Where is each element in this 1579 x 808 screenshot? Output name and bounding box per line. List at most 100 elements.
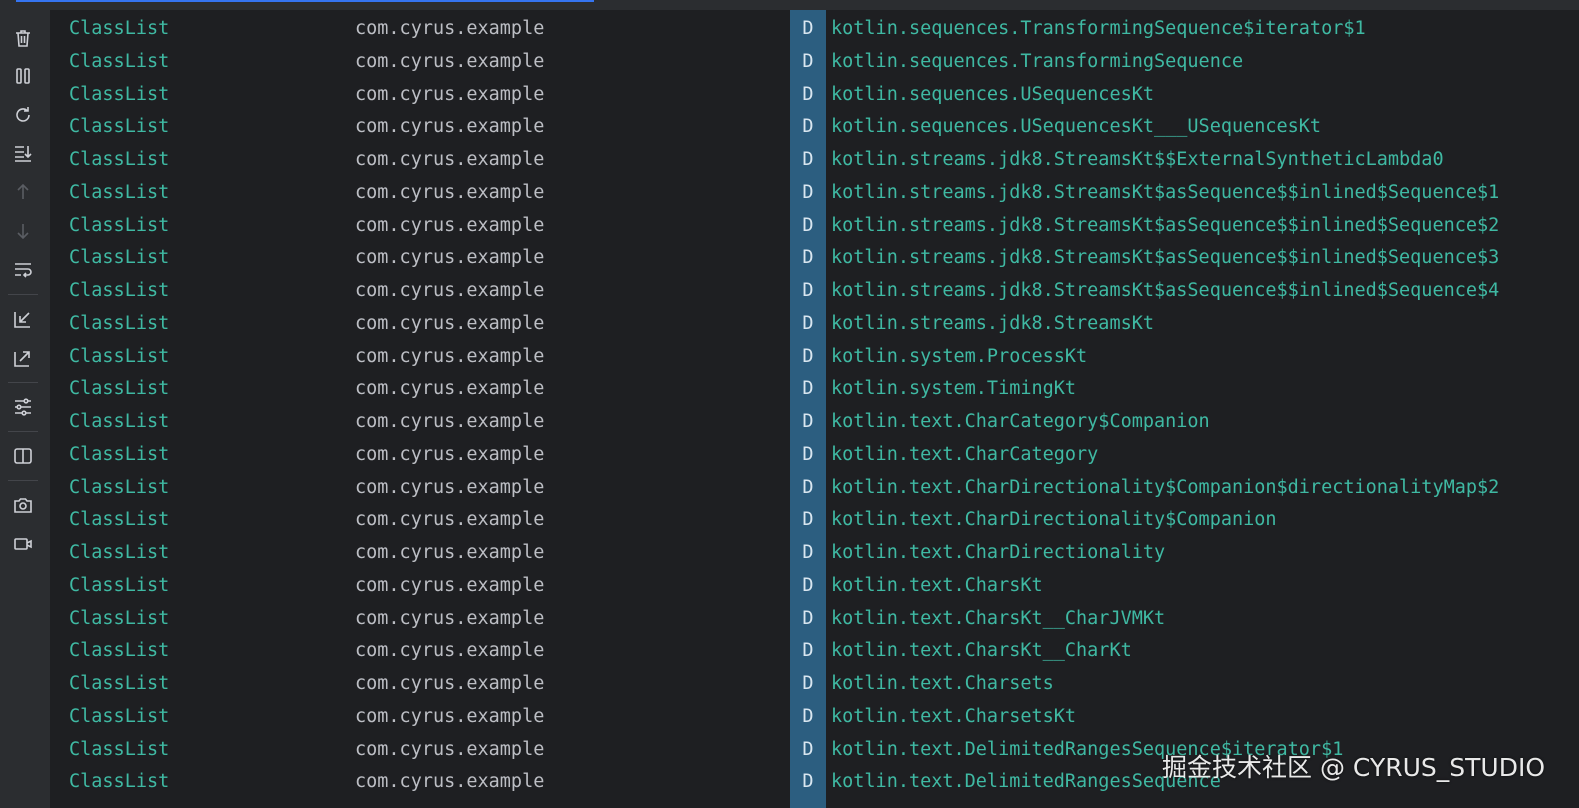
log-row[interactable]: ClassList com.cyrus.example Dkotlin.system… (51, 373, 1579, 406)
log-level: D (802, 640, 814, 662)
log-row[interactable]: ClassList com.cyrus.example Dkotlin.system… (51, 341, 1579, 374)
log-row[interactable]: ClassList com.cyrus.example Dkotlin.text.C… (51, 701, 1579, 734)
log-rows: ClassList com.cyrus.example Dkotlin.sequen… (51, 13, 1579, 799)
log-tag: ClassList (69, 18, 170, 39)
log-package: com.cyrus.example (355, 181, 545, 203)
log-level: D (802, 149, 814, 170)
screen-record-icon[interactable] (11, 532, 35, 556)
active-tab-indicator (16, 0, 594, 2)
arrow-down-icon[interactable] (11, 219, 35, 243)
log-level: D (802, 214, 814, 236)
log-package: com.cyrus.example (355, 280, 545, 301)
log-level: D (802, 280, 814, 301)
log-message: kotlin.text.Charsets (831, 673, 1054, 694)
restart-icon[interactable] (11, 103, 35, 127)
log-package: com.cyrus.example (355, 607, 545, 629)
log-package: com.cyrus.example (355, 50, 545, 72)
toolbar-divider (8, 382, 38, 383)
split-view-icon[interactable] (11, 444, 35, 468)
log-package: com.cyrus.example (355, 443, 545, 465)
log-level: D (802, 542, 814, 563)
log-row[interactable]: ClassList com.cyrus.example Dkotlin.text.C… (51, 406, 1579, 439)
log-level: D (802, 705, 814, 727)
log-tag: ClassList (69, 607, 170, 629)
top-tab-bar (0, 0, 1579, 10)
log-package: com.cyrus.example (355, 18, 545, 39)
log-message: kotlin.system.TimingKt (831, 378, 1077, 400)
toolbar-divider (8, 480, 38, 481)
log-row[interactable]: ClassList com.cyrus.example Dkotlin.stream… (51, 177, 1579, 210)
log-row[interactable]: ClassList com.cyrus.example Dkotlin.stream… (51, 210, 1579, 243)
log-tag: ClassList (69, 116, 170, 138)
log-package: com.cyrus.example (355, 673, 545, 694)
log-row[interactable]: ClassList com.cyrus.example Dkotlin.text.C… (51, 570, 1579, 603)
log-package: com.cyrus.example (355, 312, 545, 334)
logcat-output[interactable]: ClassList com.cyrus.example Dkotlin.sequen… (51, 10, 1579, 808)
log-message: kotlin.text.CharsetsKt (831, 705, 1077, 727)
log-row[interactable]: ClassList com.cyrus.example Dkotlin.sequen… (51, 111, 1579, 144)
log-level: D (802, 574, 814, 596)
log-message: kotlin.text.CharsKt__CharJVMKt (831, 607, 1166, 629)
log-package: com.cyrus.example (355, 476, 545, 498)
export-icon[interactable] (11, 346, 35, 370)
log-level: D (802, 443, 814, 465)
log-level: D (802, 312, 814, 334)
log-level: D (802, 116, 814, 138)
filter-settings-icon[interactable] (11, 395, 35, 419)
toolbar-divider (8, 294, 38, 295)
log-level: D (802, 607, 814, 629)
log-tag: ClassList (69, 50, 170, 72)
log-message: kotlin.text.CharCategory$Companion (831, 411, 1210, 432)
log-message: kotlin.system.ProcessKt (831, 345, 1088, 367)
log-message: kotlin.text.CharDirectionality$Companion… (831, 476, 1500, 498)
arrow-up-icon[interactable] (11, 180, 35, 204)
log-package: com.cyrus.example (355, 640, 545, 662)
log-tag: ClassList (69, 247, 170, 269)
log-tag: ClassList (69, 345, 170, 367)
pause-icon[interactable] (11, 64, 35, 88)
log-message: kotlin.text.CharDirectionality$Companion (831, 509, 1277, 531)
trash-icon[interactable] (11, 26, 35, 50)
log-row[interactable]: ClassList com.cyrus.example Dkotlin.text.C… (51, 668, 1579, 701)
log-package: com.cyrus.example (355, 345, 545, 367)
import-icon[interactable] (11, 307, 35, 331)
log-package: com.cyrus.example (355, 705, 545, 727)
log-row[interactable]: ClassList com.cyrus.example Dkotlin.stream… (51, 308, 1579, 341)
log-tag: ClassList (69, 673, 170, 694)
log-package: com.cyrus.example (355, 574, 545, 596)
log-row[interactable]: ClassList com.cyrus.example Dkotlin.stream… (51, 144, 1579, 177)
soft-wrap-icon[interactable] (11, 258, 35, 282)
log-package: com.cyrus.example (355, 378, 545, 400)
log-package: com.cyrus.example (355, 247, 545, 269)
log-row[interactable]: ClassList com.cyrus.example Dkotlin.sequen… (51, 46, 1579, 79)
log-package: com.cyrus.example (355, 771, 545, 793)
log-row[interactable]: ClassList com.cyrus.example Dkotlin.stream… (51, 275, 1579, 308)
log-row[interactable]: ClassList com.cyrus.example Dkotlin.sequen… (51, 79, 1579, 112)
log-row[interactable]: ClassList com.cyrus.example Dkotlin.text.C… (51, 603, 1579, 636)
log-package: com.cyrus.example (355, 214, 545, 236)
log-row[interactable]: ClassList com.cyrus.example Dkotlin.text.C… (51, 472, 1579, 505)
log-row[interactable]: ClassList com.cyrus.example Dkotlin.text.C… (51, 635, 1579, 668)
log-message: kotlin.sequences.TransformingSequence$it… (831, 18, 1366, 39)
log-level: D (802, 509, 814, 531)
log-row[interactable]: ClassList com.cyrus.example Dkotlin.text.C… (51, 439, 1579, 472)
log-level: D (802, 181, 814, 203)
toolbar-divider (8, 431, 38, 432)
log-tag: ClassList (69, 542, 170, 563)
log-tag: ClassList (69, 149, 170, 170)
log-level: D (802, 411, 814, 432)
log-row[interactable]: ClassList com.cyrus.example Dkotlin.stream… (51, 242, 1579, 275)
scroll-to-end-icon[interactable] (11, 141, 35, 165)
log-row[interactable]: ClassList com.cyrus.example Dkotlin.text.C… (51, 504, 1579, 537)
screenshot-icon[interactable] (11, 493, 35, 517)
log-tag: ClassList (69, 476, 170, 498)
log-row[interactable]: ClassList com.cyrus.example Dkotlin.text.C… (51, 537, 1579, 570)
log-tag: ClassList (69, 738, 170, 760)
log-message: kotlin.streams.jdk8.StreamsKt$asSequence… (831, 181, 1500, 203)
log-tag: ClassList (69, 443, 170, 465)
log-message: kotlin.streams.jdk8.StreamsKt$asSequence… (831, 247, 1500, 269)
log-level: D (802, 378, 814, 400)
log-level: D (802, 247, 814, 269)
log-row[interactable]: ClassList com.cyrus.example Dkotlin.sequen… (51, 13, 1579, 46)
log-level: D (802, 673, 814, 694)
